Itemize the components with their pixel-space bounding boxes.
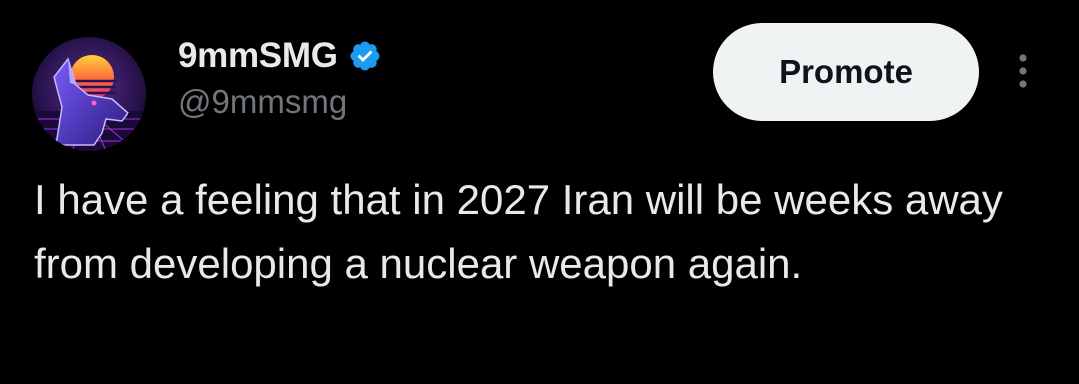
tweet-text: I have a feeling that in 2027 Iran will … — [34, 176, 1003, 287]
author-block: 9mmSMG @9mmsmg — [178, 34, 382, 124]
more-vertical-icon[interactable] — [1006, 50, 1040, 92]
promote-button[interactable]: Promote — [713, 23, 979, 121]
name-row: 9mmSMG — [178, 34, 382, 78]
display-name[interactable]: 9mmSMG — [178, 34, 338, 78]
avatar[interactable] — [32, 37, 146, 151]
synthwave-dog-avatar-icon — [32, 37, 146, 151]
tweet: 9mmSMG @9mmsmg Promote I have a feeling … — [0, 0, 1079, 384]
verified-badge-icon — [348, 39, 382, 73]
handle[interactable]: @9mmsmg — [178, 80, 382, 124]
